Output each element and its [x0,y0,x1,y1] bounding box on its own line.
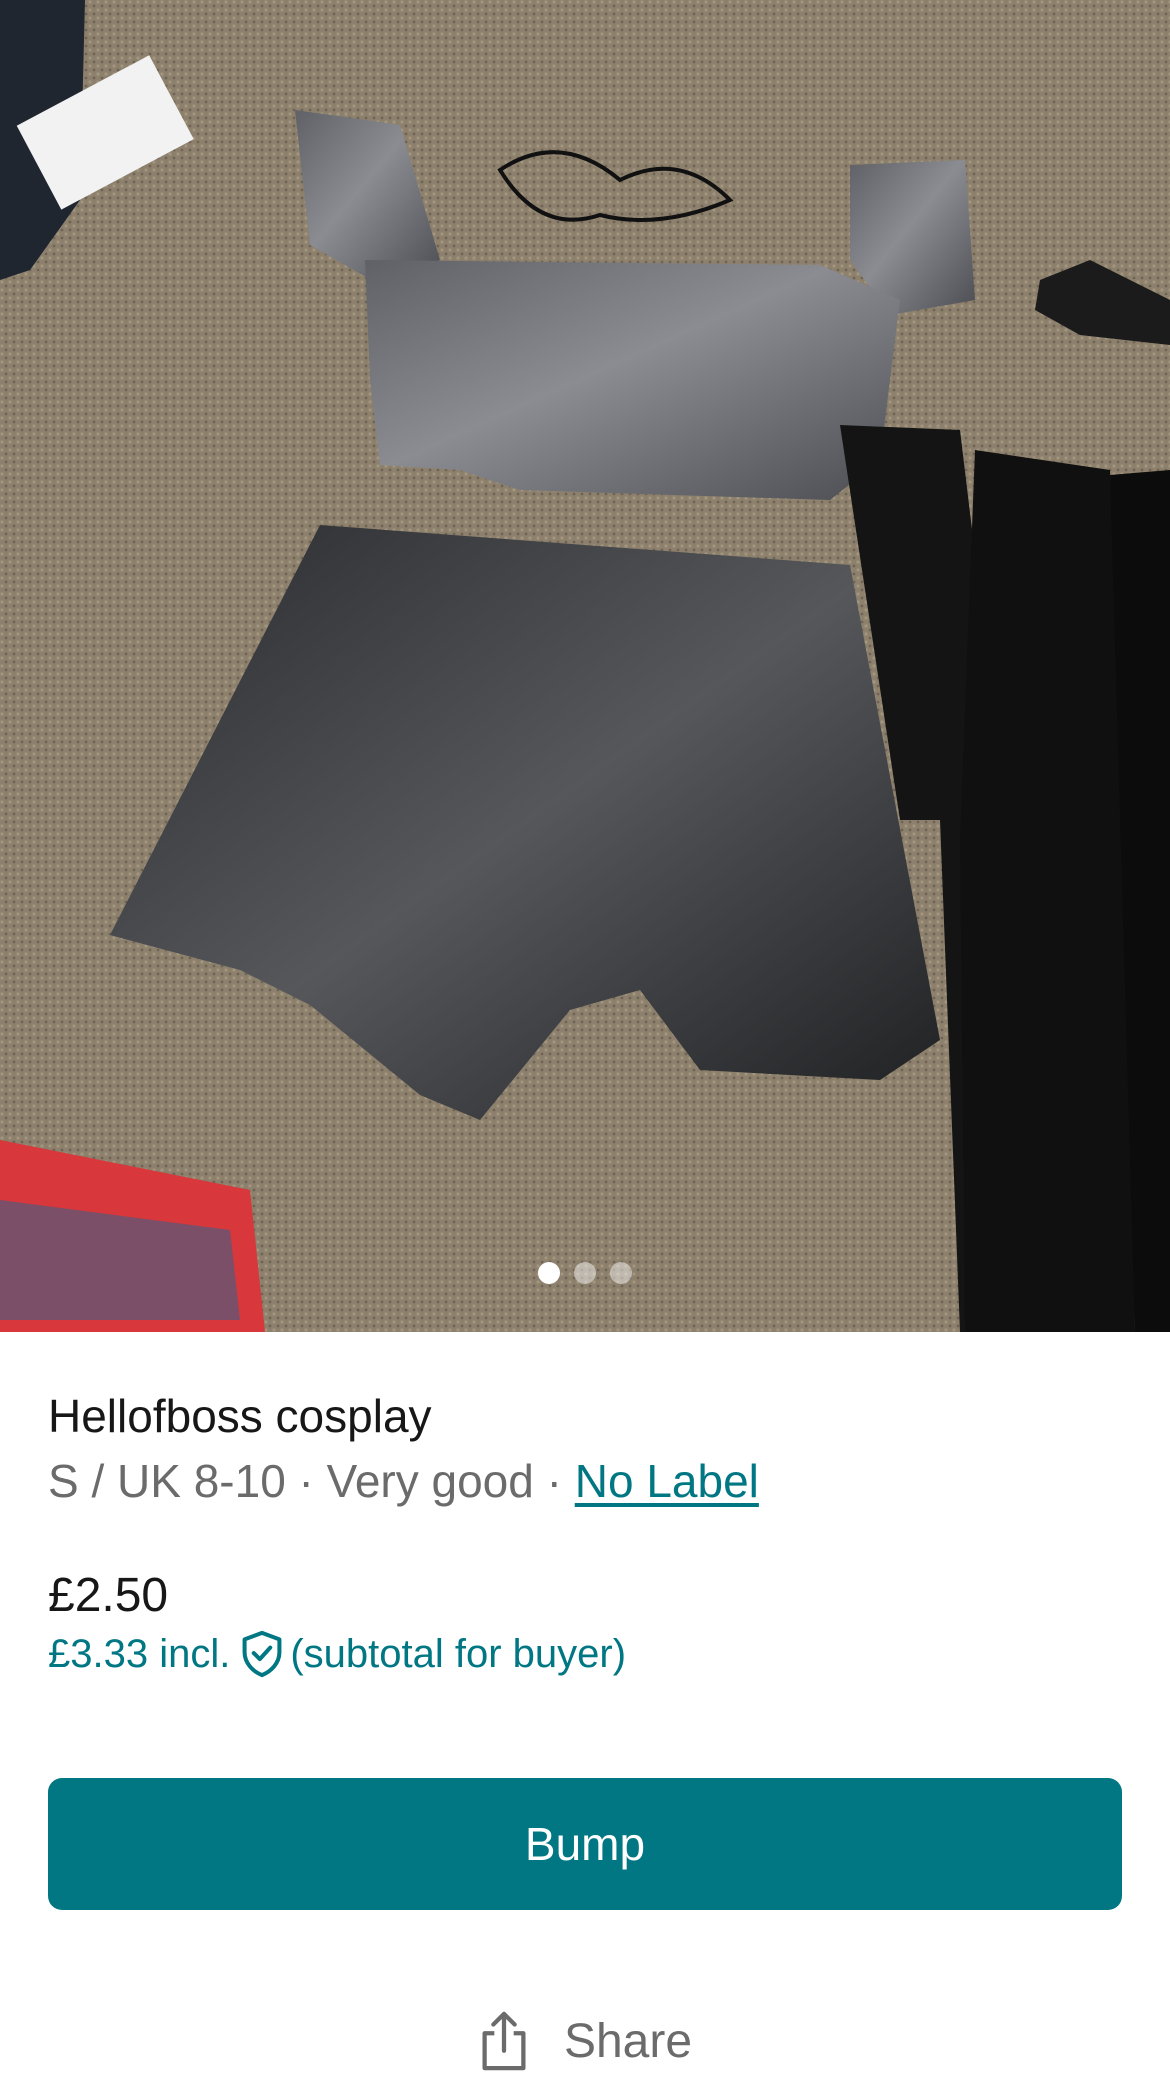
gallery-page-indicator[interactable] [0,1262,1170,1284]
meta-separator: · [533,1455,575,1507]
meta-separator: · [285,1455,327,1507]
item-brand-link[interactable]: No Label [575,1455,759,1507]
item-meta: S / UK 8-10 · Very good · No Label [48,1450,759,1512]
item-photo-gallery[interactable] [0,0,1170,1332]
item-price: £2.50 [48,1569,169,1622]
buyer-subtotal-note: (subtotal for buyer) [290,1632,627,1676]
item-condition: Very good [326,1455,534,1507]
share-icon [482,2011,526,2071]
gallery-dot-2[interactable] [574,1262,596,1284]
gallery-dot-1[interactable] [538,1262,560,1284]
shield-check-icon [242,1630,282,1678]
item-title: Hellofboss cosplay [48,1390,432,1442]
item-size: S / UK 8-10 [48,1455,286,1507]
gallery-dot-3[interactable] [610,1262,632,1284]
item-photo [0,0,1170,1332]
buyer-price-row[interactable]: £3.33 incl. (subtotal for buyer) [48,1626,626,1682]
buyer-total-price: £3.33 incl. [48,1632,231,1676]
bump-button[interactable]: Bump [48,1778,1122,1910]
share-label: Share [563,2014,693,2068]
share-button[interactable]: Share [0,2010,1170,2072]
